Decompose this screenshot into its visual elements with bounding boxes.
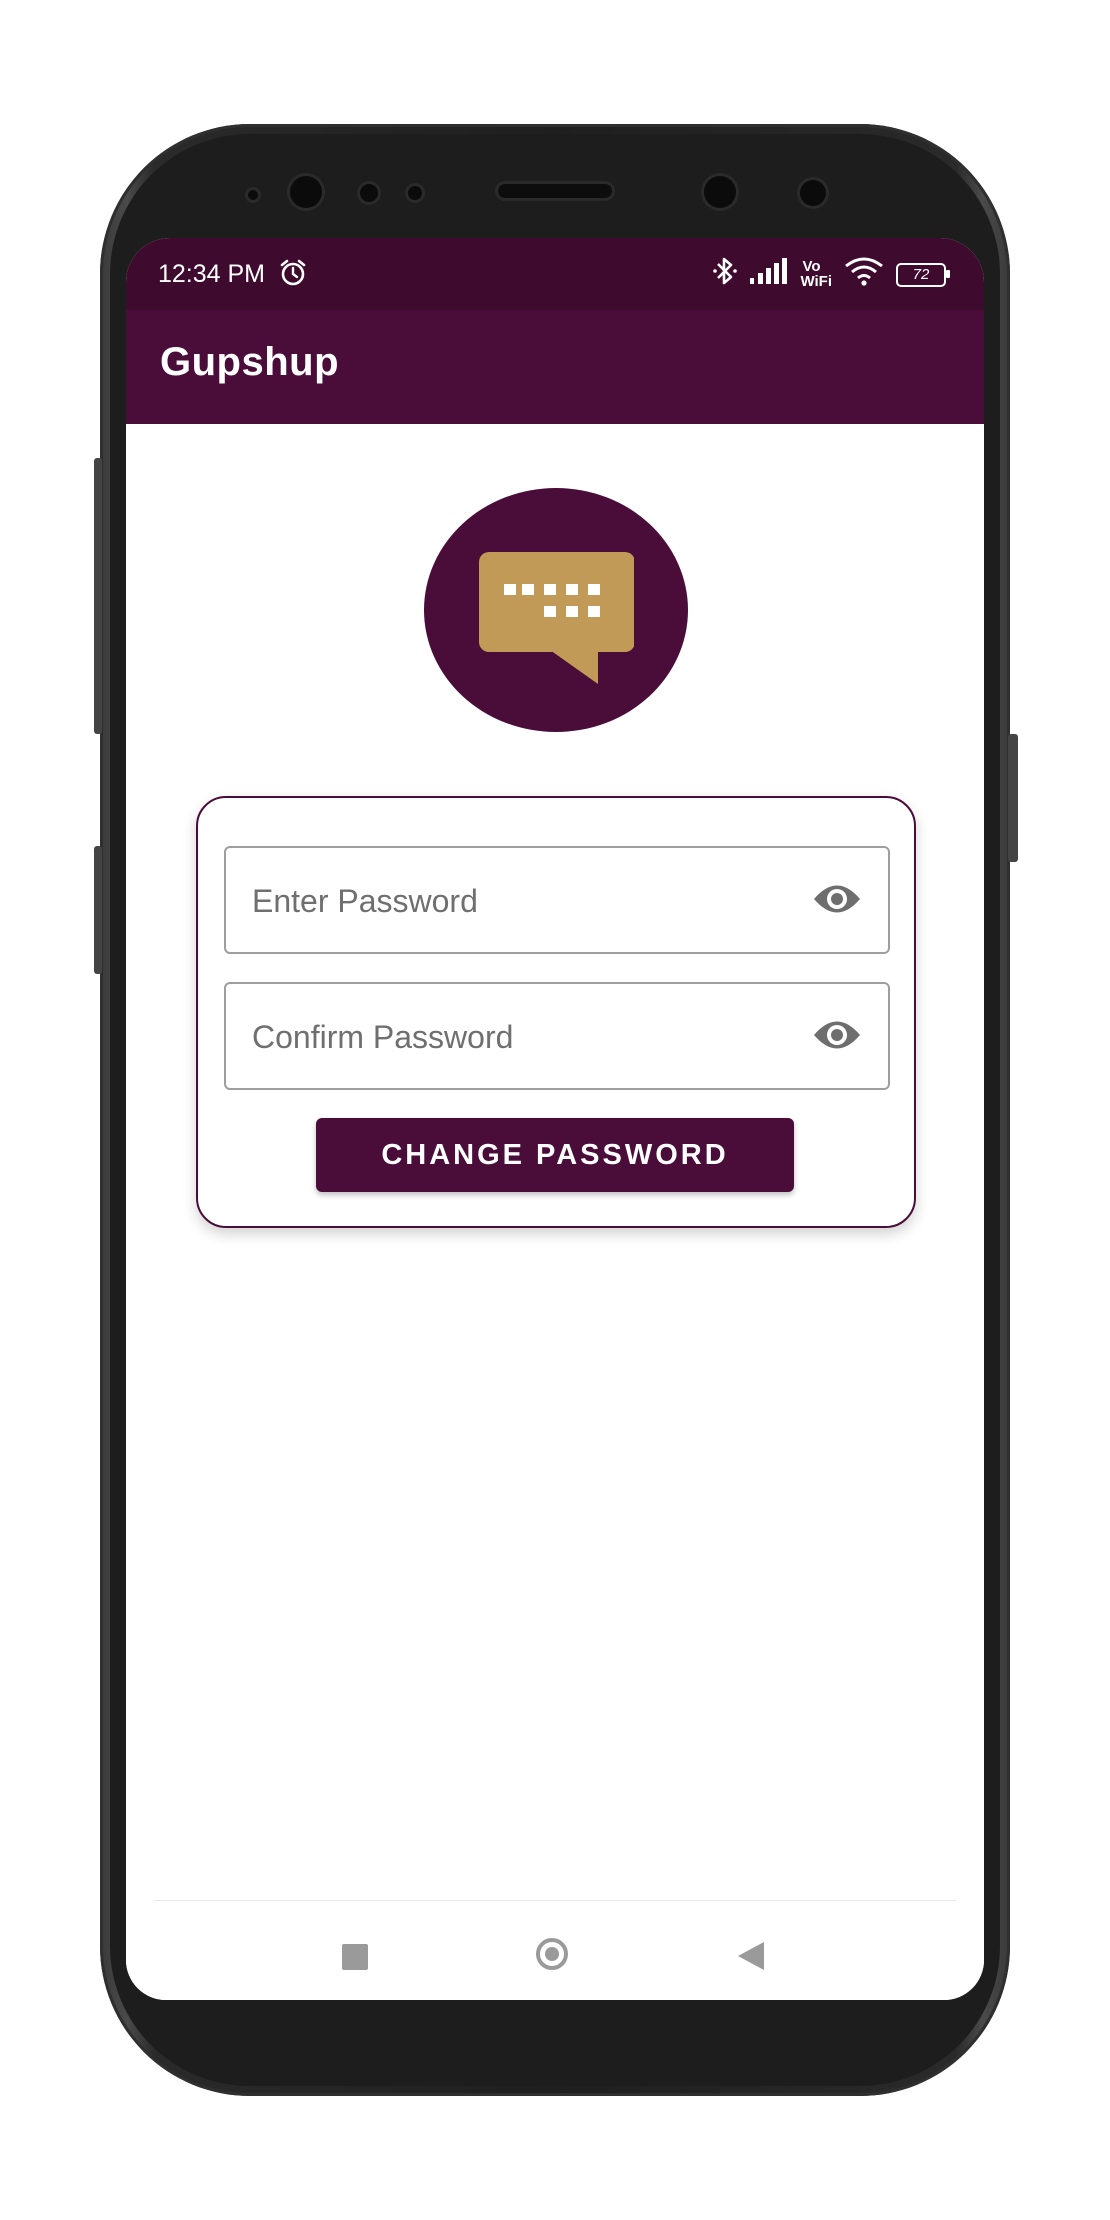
battery-icon: 72 (896, 261, 950, 287)
circle-home-icon[interactable] (536, 1938, 568, 1970)
password-input[interactable] (250, 848, 794, 954)
confirm-password-input[interactable] (250, 984, 794, 1090)
change-password-button[interactable]: CHANGE PASSWORD (316, 1118, 794, 1192)
volume-button (94, 458, 102, 734)
status-time: 12:34 PM (158, 260, 266, 288)
vowifi-indicator: Vo WiFi (800, 259, 832, 289)
battery-level: 72 (912, 266, 930, 283)
app-title: Gupshup (160, 340, 340, 384)
volume-button-lower (94, 846, 102, 974)
vowifi-label-bottom: WiFi (800, 273, 832, 290)
phone-screen: 12:34 PM Vo WiFi 72 Gupshup CHANGE PASSW… (126, 238, 984, 2000)
bluetooth-icon (712, 255, 738, 294)
confirm-password-field[interactable] (224, 982, 890, 1090)
nav-divider (154, 1900, 956, 1901)
sensor-dot (408, 186, 422, 200)
front-camera-secondary (704, 176, 736, 208)
vowifi-label-top: Vo (802, 258, 821, 275)
power-button (1008, 734, 1018, 862)
front-camera (290, 176, 322, 208)
alarm-clock-icon (278, 258, 308, 288)
app-bar: Gupshup (126, 310, 984, 424)
square-recents-icon[interactable] (342, 1944, 368, 1970)
sensor-dot (360, 184, 378, 202)
wifi-icon (844, 256, 884, 293)
cell-signal-icon (750, 257, 788, 291)
chat-keyboard-bubble-icon (479, 552, 634, 684)
password-field[interactable] (224, 846, 890, 954)
status-bar: 12:34 PM Vo WiFi 72 (126, 238, 984, 310)
status-icons: Vo WiFi 72 (712, 256, 950, 292)
eye-icon[interactable] (812, 880, 862, 918)
change-password-card: CHANGE PASSWORD (196, 796, 916, 1228)
app-logo (424, 488, 688, 732)
earpiece-speaker (498, 184, 612, 198)
sensor-dot (800, 180, 826, 206)
eye-icon[interactable] (812, 1016, 862, 1054)
sensor-dot (248, 190, 258, 200)
triangle-back-icon[interactable] (738, 1942, 764, 1970)
system-nav-bar (126, 1900, 984, 2000)
